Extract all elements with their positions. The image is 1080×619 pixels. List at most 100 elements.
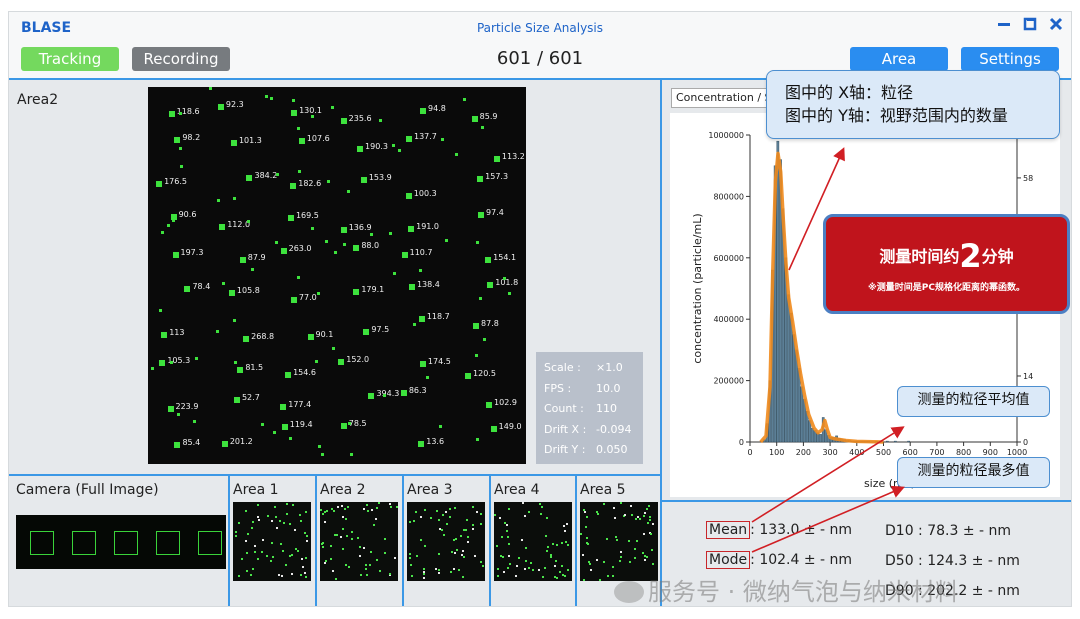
thumb-speck xyxy=(581,554,584,557)
thumb-speck xyxy=(544,534,547,537)
particle-speck xyxy=(161,230,164,234)
particle-speck xyxy=(192,419,196,423)
area-thumb-3[interactable]: Area 3 xyxy=(402,474,489,606)
window-title: Particle Size Analysis xyxy=(476,21,604,35)
thumb-speck xyxy=(370,509,373,512)
thumb-speck xyxy=(643,558,646,561)
thumb-speck xyxy=(251,521,254,524)
thumb-speck xyxy=(472,527,475,530)
thumb-speck xyxy=(266,555,269,558)
particle-marker xyxy=(340,227,347,234)
thumb-speck xyxy=(553,565,556,568)
thumb-speck xyxy=(330,544,333,547)
thumb-speck xyxy=(567,543,570,546)
thumb-speck xyxy=(523,514,526,517)
particle-size-label: 130.1 xyxy=(299,106,322,116)
thumb-speck xyxy=(465,519,468,522)
maximize-icon[interactable] xyxy=(1023,17,1037,31)
thumb-speck xyxy=(480,561,483,563)
thumb-speck xyxy=(333,509,336,512)
particle-speck xyxy=(170,361,174,365)
thumb-speck xyxy=(457,568,460,571)
thumb-speck xyxy=(306,535,309,538)
time-number: 2 xyxy=(959,237,982,275)
area-thumb-label: Area 5 xyxy=(580,482,626,498)
particle-speck xyxy=(222,282,226,286)
thumb-speck xyxy=(284,563,287,566)
thumb-speck xyxy=(602,560,605,563)
particle-marker xyxy=(280,247,287,254)
thumb-speck xyxy=(507,554,510,557)
thumb-speck xyxy=(595,558,598,561)
minimize-icon[interactable] xyxy=(997,17,1011,31)
thumb-speck xyxy=(471,523,474,526)
histogram-bar xyxy=(819,434,822,443)
particle-marker xyxy=(368,392,375,399)
particle-speck xyxy=(176,412,180,416)
thumb-speck xyxy=(256,503,259,506)
thumb-speck xyxy=(628,560,631,563)
thumb-speck xyxy=(247,533,250,536)
thumb-speck xyxy=(350,538,353,541)
particle-speck xyxy=(275,241,279,245)
thumb-speck xyxy=(346,505,349,508)
particle-marker xyxy=(418,315,425,322)
area-thumb-2[interactable]: Area 2 xyxy=(315,474,402,606)
camera-thumbnail[interactable] xyxy=(16,515,226,569)
thumb-speck xyxy=(335,578,338,581)
thumb-speck xyxy=(602,503,605,506)
particle-image[interactable]: 118.6 92.3 130.1 235.6 94.8 85.9 98.2 101.3 107.… xyxy=(148,87,526,464)
particle-speck xyxy=(413,323,417,327)
particle-marker xyxy=(477,176,484,183)
thumb-speck xyxy=(320,509,323,512)
thumb-speck xyxy=(364,564,367,567)
thumb-speck xyxy=(372,523,375,526)
thumb-speck xyxy=(357,536,360,539)
thumb-speck xyxy=(437,519,440,522)
thumb-speck xyxy=(453,568,456,571)
fps-value: 10.0 xyxy=(596,381,621,395)
particle-marker xyxy=(285,372,292,379)
particle-marker xyxy=(230,140,237,147)
particle-speck xyxy=(233,319,237,323)
particle-size-label: 107.6 xyxy=(306,134,330,144)
mean-value: : 133.0 ± - nm xyxy=(750,522,853,538)
thumb-speck xyxy=(240,558,243,561)
settings-button[interactable]: Settings xyxy=(961,47,1059,71)
area-button[interactable]: Area xyxy=(850,47,948,71)
area-thumb-label: Area 1 xyxy=(233,482,279,498)
mean-label: Mean xyxy=(706,521,751,539)
camera-area-marker xyxy=(30,531,54,555)
thumb-speck xyxy=(508,563,511,566)
thumb-speck xyxy=(643,512,646,515)
thumb-speck xyxy=(585,515,588,518)
thumb-speck xyxy=(326,509,329,512)
thumb-speck xyxy=(633,547,636,550)
thumb-speck xyxy=(499,516,502,519)
y-tick-label: 800000 xyxy=(713,192,744,201)
thumb-speck xyxy=(462,575,465,578)
thumb-speck xyxy=(261,539,264,542)
particle-marker xyxy=(471,116,478,123)
particle-marker xyxy=(280,404,287,411)
particle-marker xyxy=(281,423,288,430)
area-thumb-1[interactable]: Area 1 xyxy=(228,474,315,606)
particle-marker xyxy=(485,257,492,264)
particle-marker xyxy=(243,336,250,343)
thumb-speck xyxy=(598,578,601,581)
particle-speck xyxy=(330,106,334,110)
particle-marker xyxy=(298,138,305,145)
watermark: 服务号 · 微纳气泡与纳米材料 xyxy=(614,572,959,606)
thumb-speck xyxy=(464,529,467,532)
area-thumb-4[interactable]: Area 4 xyxy=(489,474,575,606)
close-icon[interactable] xyxy=(1049,17,1063,31)
camera-area-marker xyxy=(114,531,138,555)
particle-size-label: 174.5 xyxy=(427,356,451,366)
thumb-speck xyxy=(293,528,296,531)
particle-speck xyxy=(208,87,212,91)
thumb-speck xyxy=(639,518,642,521)
thumb-speck xyxy=(409,564,412,567)
thumb-speck xyxy=(506,566,509,569)
thumb-speck xyxy=(260,550,263,553)
count-label: Count : xyxy=(544,402,584,415)
